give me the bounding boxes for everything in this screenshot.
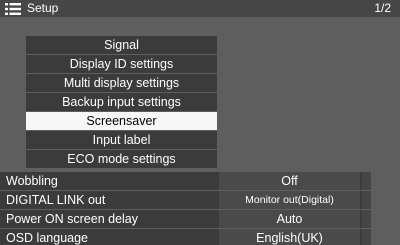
menu-item-multi-display-settings[interactable]: Multi display settings [26, 74, 217, 92]
title-bar: Setup 1/2 [0, 0, 400, 17]
page-indicator: 1/2 [374, 1, 391, 15]
menu-item-signal[interactable]: Signal [26, 36, 217, 54]
option-label: Power ON screen delay [6, 212, 139, 226]
menu-item-input-label[interactable]: Input label [26, 131, 217, 149]
setup-menu-list: Signal Display ID settings Multi display… [26, 36, 217, 169]
row-end-cap [362, 191, 371, 209]
option-row-power-on-screen-delay[interactable]: Power ON screen delay Auto [0, 210, 371, 228]
menu-item-eco-mode-settings[interactable]: ECO mode settings [26, 150, 217, 168]
setup-options: Wobbling Off DIGITAL LINK out Monitor ou… [0, 172, 371, 245]
option-row-wobbling[interactable]: Wobbling Off [0, 172, 371, 190]
option-value[interactable]: Auto [219, 210, 360, 228]
menu-list-icon [5, 3, 21, 15]
row-end-cap [362, 172, 371, 190]
option-label: OSD language [6, 231, 89, 245]
row-end-cap [362, 229, 371, 245]
menu-item-backup-input-settings[interactable]: Backup input settings [26, 93, 217, 111]
menu-item-display-id-settings[interactable]: Display ID settings [26, 55, 217, 73]
option-row-digital-link-out[interactable]: DIGITAL LINK out Monitor out(Digital) [0, 191, 371, 209]
menu-item-screensaver[interactable]: Screensaver [26, 112, 217, 130]
option-label: Wobbling [6, 174, 58, 188]
option-row-osd-language[interactable]: OSD language English(UK) [0, 229, 371, 245]
option-label: DIGITAL LINK out [6, 193, 106, 207]
setup-panel: Signal Display ID settings Multi display… [0, 17, 400, 245]
menu-title: Setup [27, 1, 59, 15]
option-value[interactable]: Off [219, 172, 360, 190]
option-value[interactable]: English(UK) [219, 229, 360, 245]
option-value[interactable]: Monitor out(Digital) [219, 191, 360, 209]
row-end-cap [362, 210, 371, 228]
